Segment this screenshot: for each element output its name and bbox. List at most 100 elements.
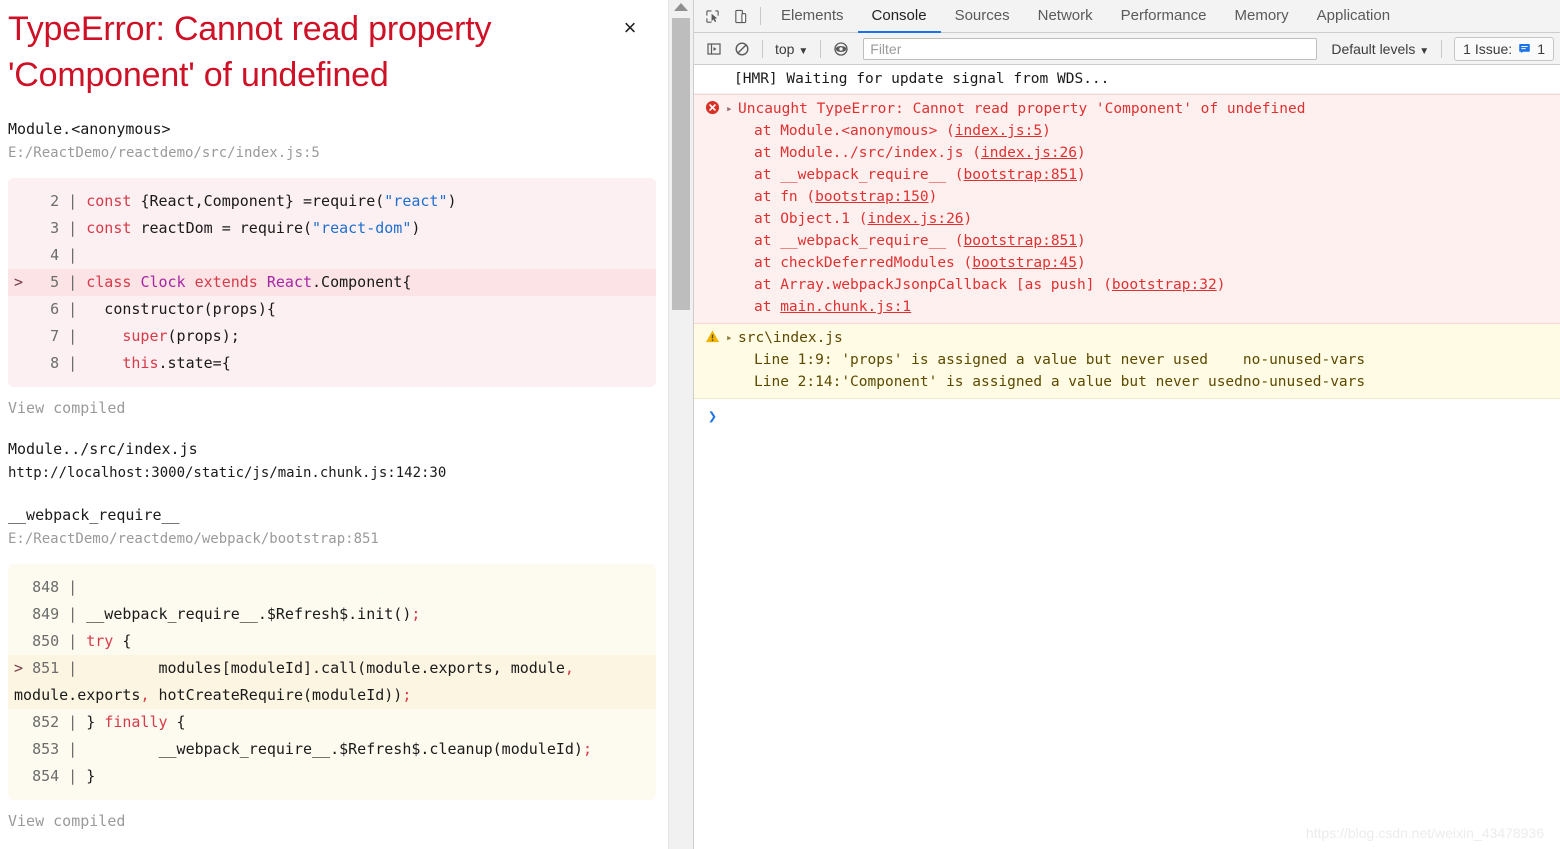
warning-headline: src\index.js — [738, 330, 843, 346]
code-line: 8 | this.state={ — [8, 350, 656, 377]
expand-triangle-icon-2[interactable]: ▸ — [726, 327, 738, 349]
code-token: ; — [402, 686, 412, 704]
expand-triangle-icon[interactable]: ▸ — [726, 98, 738, 120]
console-error-message[interactable]: ▸ Uncaught TypeError: Cannot read propert… — [694, 94, 1560, 324]
view-compiled-link-1[interactable]: View compiled — [8, 812, 125, 830]
code-token: this — [122, 354, 159, 372]
issues-button[interactable]: 1 Issue: 1 — [1454, 36, 1554, 61]
code-token: super — [122, 327, 168, 345]
code-token: reactDom = require( — [140, 219, 313, 237]
error-stack-line: at Object.1 (index.js:26) — [694, 208, 1560, 230]
source-link[interactable]: bootstrap:45 — [972, 255, 1077, 271]
error-line-marker — [14, 246, 32, 264]
code-snippet-bootstrap: 848 | 849 | __webpack_require__.$Refresh… — [8, 564, 656, 800]
stack-frame-tail: ) — [1216, 277, 1226, 293]
error-line-marker — [14, 713, 32, 731]
console-sidebar-icon[interactable] — [700, 36, 728, 62]
device-toolbar-icon[interactable] — [726, 3, 754, 29]
code-token: __webpack_require__.$Refresh$.init() — [86, 605, 412, 623]
code-token: } — [86, 713, 105, 731]
code-snippet-source: 2 | const {React,Component} =require("re… — [8, 178, 656, 387]
code-line-number: 2 | — [32, 192, 87, 210]
code-line-number: 851 | — [32, 659, 87, 677]
chevron-down-icon: ▼ — [798, 45, 809, 57]
tab-memory[interactable]: Memory — [1221, 0, 1303, 33]
filter-input[interactable] — [863, 37, 1318, 60]
stack-frame-location-2: E:/ReactDemo/reactdemo/webpack/bootstrap… — [8, 531, 379, 547]
react-error-overlay: TypeError: Cannot read property 'Compone… — [0, 0, 668, 849]
code-token: hotCreateRequire(moduleId)) — [149, 686, 403, 704]
stack-frame-text: at Array.webpackJsonpCallback [as push] … — [754, 277, 1112, 293]
inspect-element-icon[interactable] — [698, 3, 726, 29]
clear-console-icon[interactable] — [728, 36, 756, 62]
devtools-tabbar: Elements Console Sources Network Perform… — [694, 0, 1560, 33]
console-prompt[interactable]: ❯ — [694, 399, 1560, 433]
log-levels-select[interactable]: Default levels ▼ — [1325, 41, 1435, 57]
warning-line: Line 2:14:'Component' is assigned a valu… — [694, 371, 1560, 393]
source-link[interactable]: bootstrap:32 — [1112, 277, 1217, 293]
chevron-down-icon-2: ▼ — [1419, 45, 1430, 57]
toolbar-divider — [760, 7, 761, 25]
error-line-marker — [14, 740, 32, 758]
stack-frame-text: at Module.<anonymous> ( — [754, 123, 955, 139]
live-expression-eye-icon[interactable] — [827, 36, 855, 62]
error-line-marker — [14, 767, 32, 785]
stack-frame-tail: ) — [1042, 123, 1051, 139]
error-stack-line: at fn (bootstrap:150) — [694, 186, 1560, 208]
stack-frame-tail: ) — [1077, 233, 1086, 249]
tab-performance[interactable]: Performance — [1107, 0, 1221, 33]
error-title: TypeError: Cannot read property 'Compone… — [8, 10, 492, 94]
error-stack-line: at Array.webpackJsonpCallback [as push] … — [694, 274, 1560, 296]
code-token: .state={ — [158, 354, 231, 372]
execution-context-select[interactable]: top ▼ — [769, 41, 814, 57]
source-link[interactable]: bootstrap:851 — [964, 233, 1078, 249]
source-link[interactable]: main.chunk.js:1 — [780, 299, 911, 315]
code-token: { — [113, 632, 132, 650]
stack-frame-tail: ) — [1077, 145, 1086, 161]
code-token: , — [564, 659, 574, 677]
source-link[interactable]: index.js:26 — [868, 211, 964, 227]
code-line-number: 848 | — [32, 578, 87, 596]
code-line-number: 4 | — [32, 246, 87, 264]
log-levels-value: Default levels — [1331, 40, 1416, 57]
error-stack-line: at Module.<anonymous> (index.js:5) — [694, 120, 1560, 142]
console-info-message: [HMR] Waiting for update signal from WDS… — [694, 65, 1560, 94]
close-icon[interactable]: × — [618, 16, 642, 40]
code-token: class — [86, 273, 141, 291]
code-line-number: 5 | — [32, 273, 87, 291]
tab-application[interactable]: Application — [1303, 0, 1404, 33]
console-warning-message[interactable]: ▸ src\index.js Line 1:9: 'props' is assig… — [694, 324, 1560, 399]
tab-sources[interactable]: Sources — [941, 0, 1024, 33]
error-line-marker — [14, 632, 32, 650]
view-compiled-link-0[interactable]: View compiled — [8, 399, 125, 417]
console-toolbar: top ▼ Default levels ▼ 1 Issue: — [694, 33, 1560, 65]
tab-network[interactable]: Network — [1024, 0, 1107, 33]
scroll-up-arrow-icon[interactable] — [674, 3, 688, 11]
screen-root: TypeError: Cannot read property 'Compone… — [0, 0, 1560, 849]
overlay-scrollbar[interactable] — [668, 0, 693, 849]
source-link[interactable]: bootstrap:851 — [964, 167, 1078, 183]
stack-frame-text: at Object.1 ( — [754, 211, 868, 227]
code-token: ) — [447, 192, 457, 210]
tab-elements[interactable]: Elements — [767, 0, 858, 33]
error-line-marker — [14, 219, 32, 237]
stack-frame-text: at — [754, 299, 781, 315]
scrollbar-thumb[interactable] — [672, 18, 690, 310]
code-token: "react" — [384, 192, 448, 210]
issues-label: 1 Issue: — [1463, 40, 1513, 57]
error-line-marker — [14, 605, 32, 623]
code-token: constructor(props){ — [86, 300, 276, 318]
devtools-panel: Elements Console Sources Network Perform… — [693, 0, 1560, 849]
source-link[interactable]: bootstrap:150 — [815, 189, 929, 205]
code-token: const — [86, 192, 141, 210]
code-line-number: 850 | — [32, 632, 87, 650]
source-link[interactable]: index.js:5 — [955, 123, 1042, 139]
code-token: modules[moduleId].call(module.exports, m… — [86, 659, 565, 677]
error-stack-line: at Module../src/index.js (index.js:26) — [694, 142, 1560, 164]
toolbar-divider-3 — [820, 39, 822, 58]
tab-console[interactable]: Console — [857, 0, 941, 33]
code-line: 853 | __webpack_require__.$Refresh$.clea… — [8, 736, 656, 763]
code-token: { — [167, 713, 186, 731]
source-link[interactable]: index.js:26 — [981, 145, 1077, 161]
code-token: finally — [104, 713, 168, 731]
